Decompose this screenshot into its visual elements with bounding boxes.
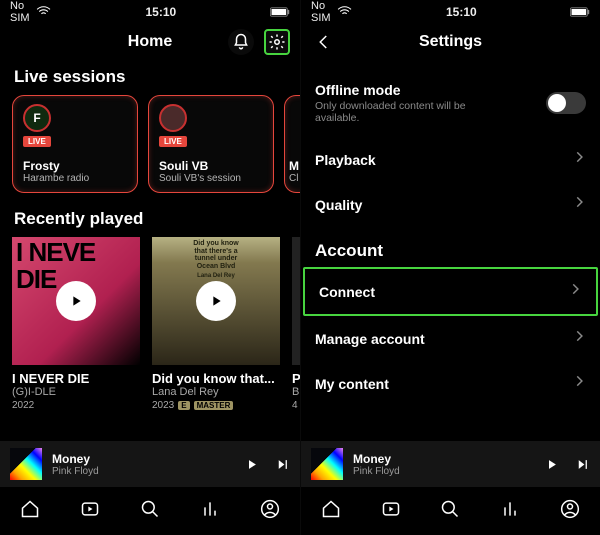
live-card-partial[interactable]: M Cl [284, 95, 300, 193]
setting-manage-account[interactable]: Manage account [301, 316, 600, 361]
nav-search-icon[interactable] [440, 499, 460, 524]
recently-played-title: Recently played [0, 207, 300, 237]
nav-stats-icon[interactable] [500, 499, 520, 524]
live-card-name: Souli VB [159, 159, 263, 173]
live-sessions-row[interactable]: F LIVE Frosty Harambe radio LIVE Souli V… [0, 95, 300, 207]
setting-title: My content [315, 376, 389, 392]
live-card-name: M [289, 159, 300, 173]
album-title: I NEVER DIE [12, 371, 140, 386]
carrier-label: No SIM [311, 0, 331, 24]
album-year: 2022 [12, 400, 34, 411]
live-card[interactable]: F LIVE Frosty Harambe radio [12, 95, 138, 193]
play-icon[interactable] [244, 457, 259, 472]
album-card[interactable]: I NEVE DIE I NEVER DIE (G)I-DLE 2022 [12, 237, 140, 411]
play-icon[interactable] [544, 457, 559, 472]
explicit-tag: E [178, 401, 189, 410]
nav-home-icon[interactable] [321, 499, 341, 524]
home-screen: No SIM 15:10 Home Live sessions F LIVE F… [0, 0, 300, 535]
status-bar: No SIM 15:10 [0, 0, 300, 24]
settings-icon[interactable] [264, 29, 290, 55]
settings-header: Settings [301, 24, 600, 65]
carrier-label: No SIM [10, 0, 30, 24]
album-artist: B [292, 386, 300, 398]
page-title: Settings [301, 33, 600, 51]
album-year: 4 [292, 400, 298, 411]
clock: 15:10 [446, 5, 477, 19]
recently-played-row[interactable]: I NEVE DIE I NEVER DIE (G)I-DLE 2022 Did… [0, 237, 300, 411]
battery-icon [270, 7, 290, 17]
play-icon[interactable] [56, 281, 96, 321]
nav-video-icon[interactable] [80, 499, 100, 524]
album-artist: (G)I-DLE [12, 386, 140, 398]
setting-title: Playback [315, 152, 376, 168]
chevron-right-icon [572, 329, 586, 348]
offline-toggle[interactable] [546, 92, 586, 114]
wifi-icon [35, 3, 52, 20]
nav-video-icon[interactable] [381, 499, 401, 524]
setting-title: Offline mode [315, 82, 505, 98]
now-playing-title: Money [353, 452, 534, 466]
avatar [159, 104, 187, 132]
chevron-right-icon [572, 150, 586, 169]
avatar: F [23, 104, 51, 132]
settings-screen: No SIM 15:10 Settings Offline mode Only … [300, 0, 600, 535]
next-icon[interactable] [575, 457, 590, 472]
home-header: Home [0, 24, 300, 65]
album-year: 2023 [152, 400, 174, 411]
setting-title: Connect [319, 284, 375, 300]
now-playing-artist: Pink Floyd [52, 466, 234, 477]
nav-profile-icon[interactable] [260, 499, 280, 524]
now-playing-title: Money [52, 452, 234, 466]
live-card-sub: Cl [289, 173, 300, 184]
nav-search-icon[interactable] [140, 499, 160, 524]
account-section-title: Account [301, 227, 600, 267]
setting-title: Quality [315, 197, 362, 213]
live-badge: LIVE [23, 136, 51, 147]
bottom-nav [0, 487, 300, 535]
live-card[interactable]: LIVE Souli VB Souli VB's session [148, 95, 274, 193]
live-card-sub: Harambe radio [23, 173, 127, 184]
chevron-right-icon [572, 195, 586, 214]
setting-offline[interactable]: Offline mode Only downloaded content wil… [301, 69, 600, 137]
status-bar: No SIM 15:10 [301, 0, 600, 24]
now-playing-bar[interactable]: Money Pink Floyd [301, 441, 600, 487]
now-playing-art [311, 448, 343, 480]
album-title: P [292, 371, 300, 386]
setting-title: Manage account [315, 331, 425, 347]
live-card-sub: Souli VB's session [159, 173, 263, 184]
album-artist: Lana Del Rey [152, 386, 280, 398]
setting-connect[interactable]: Connect [303, 267, 598, 316]
back-icon[interactable] [311, 29, 337, 55]
next-icon[interactable] [275, 457, 290, 472]
album-cover: Did you know that there's a tunnel under… [152, 237, 280, 365]
album-title: Did you know that... [152, 371, 280, 386]
setting-playback[interactable]: Playback [301, 137, 600, 182]
chevron-right-icon [572, 374, 586, 393]
nav-stats-icon[interactable] [200, 499, 220, 524]
battery-icon [570, 7, 590, 17]
setting-quality[interactable]: Quality [301, 182, 600, 227]
settings-list: Offline mode Only downloaded content wil… [301, 65, 600, 441]
master-tag: MASTER [194, 401, 234, 410]
album-card[interactable]: Did you know that there's a tunnel under… [152, 237, 280, 411]
live-sessions-title: Live sessions [0, 65, 300, 95]
live-badge: LIVE [159, 136, 187, 147]
nav-profile-icon[interactable] [560, 499, 580, 524]
now-playing-bar[interactable]: Money Pink Floyd [0, 441, 300, 487]
album-card-partial[interactable]: P B 4 [292, 237, 300, 411]
nav-home-icon[interactable] [20, 499, 40, 524]
setting-subtitle: Only downloaded content will be availabl… [315, 100, 505, 124]
play-icon[interactable] [196, 281, 236, 321]
clock: 15:10 [145, 5, 176, 19]
bell-icon[interactable] [228, 29, 254, 55]
live-card-name: Frosty [23, 159, 127, 173]
wifi-icon [336, 3, 353, 20]
now-playing-artist: Pink Floyd [353, 466, 534, 477]
album-cover: I NEVE DIE [12, 237, 140, 365]
now-playing-art [10, 448, 42, 480]
setting-my-content[interactable]: My content [301, 361, 600, 406]
album-cover [292, 237, 300, 365]
bottom-nav [301, 487, 600, 535]
chevron-right-icon [568, 282, 582, 301]
